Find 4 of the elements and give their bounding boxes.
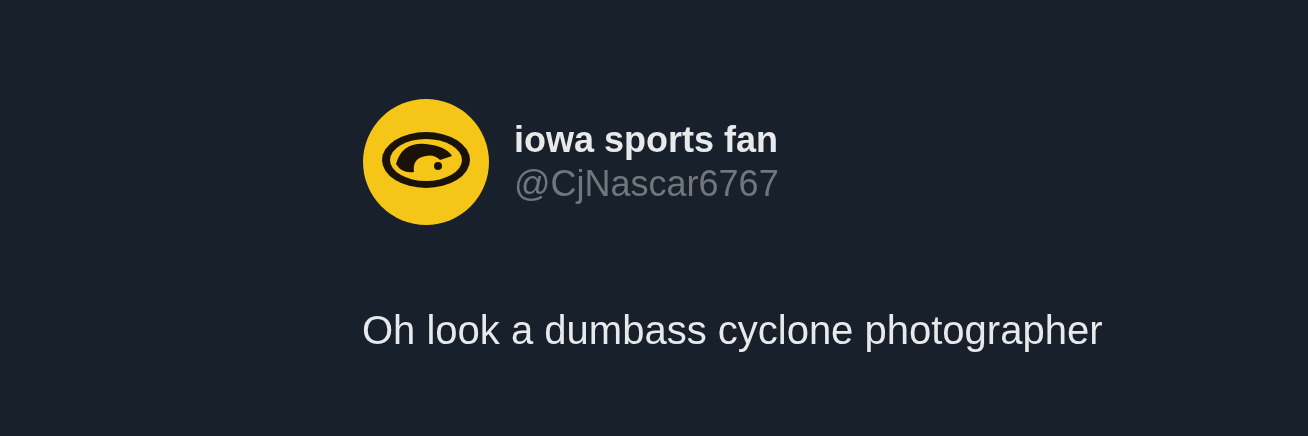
author-name[interactable]: iowa sports fan: [514, 118, 779, 162]
author-handle[interactable]: @CjNascar6767: [514, 162, 779, 206]
avatar-logo-icon: [362, 98, 490, 226]
tweet-text: Oh look a dumbass cyclone photographer: [362, 307, 1104, 354]
